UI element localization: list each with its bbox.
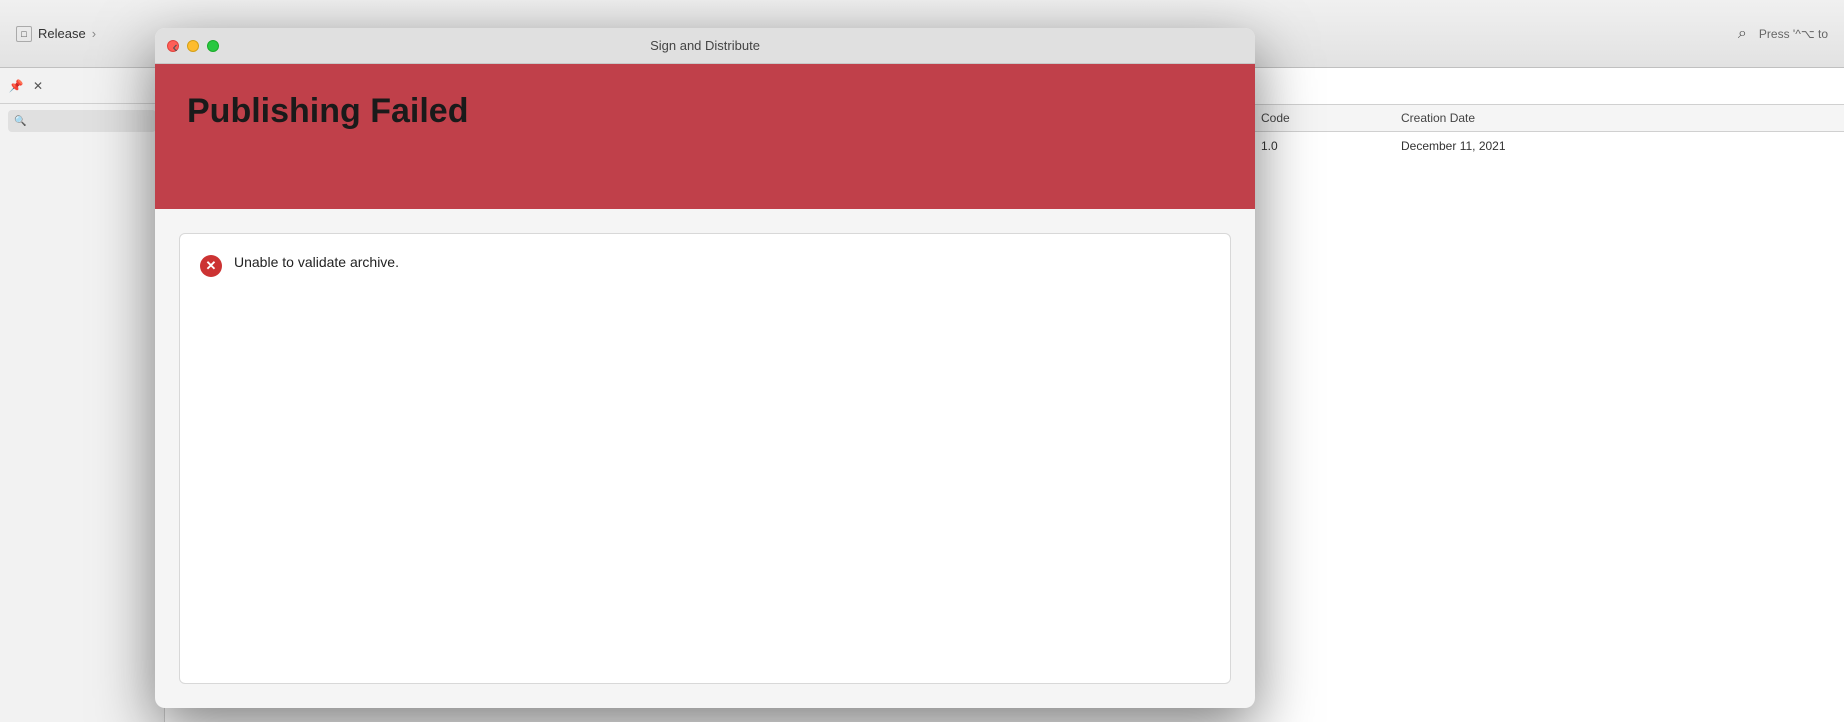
search-icon[interactable]: ⌕	[1738, 25, 1747, 43]
fail-header: Publishing Failed	[155, 64, 1255, 209]
sign-distribute-dialog: Sign and Distribute ‹ Publishing Failed …	[155, 28, 1255, 708]
breadcrumb-label: Release	[38, 26, 86, 41]
col-header-code: Code	[1261, 111, 1361, 125]
maximize-button[interactable]	[207, 40, 219, 52]
row-creation-date: December 11, 2021	[1401, 139, 1506, 153]
error-icon: ✕	[200, 255, 222, 277]
search-bar[interactable]: 🔍	[8, 110, 156, 132]
fail-title: Publishing Failed	[187, 92, 1223, 131]
press-hint: Press '^⌥ to	[1759, 27, 1828, 41]
row-code: 1.0	[1261, 139, 1361, 153]
window-icon: □	[16, 26, 32, 42]
error-message: Unable to validate archive.	[234, 254, 399, 270]
left-panel: 📌 ✕ 🔍	[0, 68, 165, 722]
close-panel-icon[interactable]: ✕	[30, 78, 46, 94]
left-panel-toolbar: 📌 ✕	[0, 68, 164, 104]
error-row: ✕ Unable to validate archive.	[200, 254, 1210, 277]
toolbar-right: ⌕ Press '^⌥ to	[1738, 25, 1828, 43]
col-header-date: Creation Date	[1401, 111, 1475, 125]
pin-icon[interactable]: 📌	[8, 78, 24, 94]
error-content: ✕ Unable to validate archive.	[179, 233, 1231, 684]
dialog-titlebar: Sign and Distribute	[155, 28, 1255, 64]
minimize-button[interactable]	[187, 40, 199, 52]
search-icon-small: 🔍	[14, 116, 26, 127]
breadcrumb-arrow: ›	[92, 26, 96, 41]
breadcrumb: □ Release ›	[16, 26, 96, 42]
dialog-body: ‹ Publishing Failed ✕ Unable to validate…	[155, 64, 1255, 708]
dialog-title: Sign and Distribute	[650, 38, 760, 53]
